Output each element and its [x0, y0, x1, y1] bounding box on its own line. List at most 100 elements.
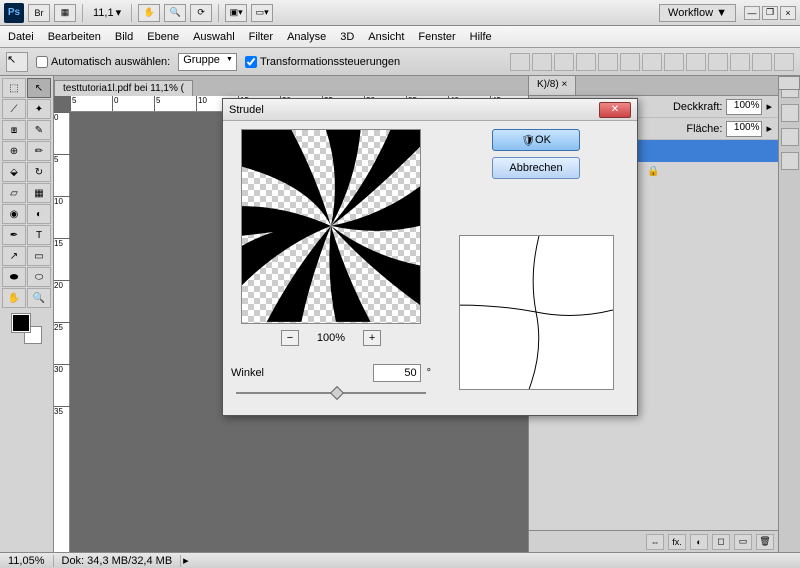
workspace-switcher[interactable]: Workflow ▼	[659, 4, 736, 22]
transform-controls-checkbox[interactable]: Transformationssteuerungen	[245, 56, 400, 68]
dodge-tool-icon[interactable]: ◐	[27, 204, 51, 224]
auto-select-checkbox[interactable]: Automatisch auswählen:	[36, 56, 170, 68]
rotate-icon[interactable]: ⟳	[190, 4, 212, 22]
eraser-tool-icon[interactable]: ▱	[2, 183, 26, 203]
preview-zoom: 100%	[317, 332, 345, 344]
distribute-icon[interactable]	[642, 53, 662, 71]
text-tool-icon[interactable]: T	[27, 225, 51, 245]
zoom-tool-icon[interactable]: 🔍	[27, 288, 51, 308]
cancel-button[interactable]: Abbrechen	[492, 157, 580, 179]
current-tool-icon[interactable]: ↖	[6, 52, 28, 72]
align-icon[interactable]	[510, 53, 530, 71]
filter-preview[interactable]	[241, 129, 421, 324]
eyedropper-tool-icon[interactable]: ✎	[27, 120, 51, 140]
arrange-icon[interactable]: ▣▾	[225, 4, 247, 22]
status-zoom[interactable]: 11,05%	[0, 555, 54, 567]
pen-tool-icon[interactable]: ✒	[2, 225, 26, 245]
crop-tool-icon[interactable]: ⧆	[2, 120, 26, 140]
mask-icon[interactable]: ◐	[690, 534, 708, 550]
zoom-icon[interactable]: 🔍	[164, 4, 186, 22]
dock-mask-icon[interactable]	[781, 152, 799, 170]
minimize-icon[interactable]: —	[744, 6, 760, 20]
opacity-label: Deckkraft:	[673, 101, 723, 113]
menu-bearbeiten[interactable]: Bearbeiten	[48, 31, 101, 43]
path-select-tool-icon[interactable]: ↗	[2, 246, 26, 266]
menu-hilfe[interactable]: Hilfe	[470, 31, 492, 43]
align-icons	[510, 53, 794, 71]
align-icon[interactable]	[620, 53, 640, 71]
link-icon[interactable]: ⇔	[646, 534, 664, 550]
menu-datei[interactable]: Datei	[8, 31, 34, 43]
adjustment-icon[interactable]: ◻	[712, 534, 730, 550]
dialog-close-icon[interactable]: ✕	[599, 102, 631, 118]
fill-input[interactable]: 100%	[726, 121, 762, 137]
chevron-right-icon[interactable]: ▸	[766, 122, 772, 135]
document-tab[interactable]: testtutoria1l.pdf bei 11,1% (	[54, 80, 193, 96]
3d-camera-tool-icon[interactable]: ⬭	[27, 267, 51, 287]
vertical-ruler: 05101520253035	[54, 112, 70, 552]
angle-slider[interactable]	[236, 388, 426, 398]
color-picker[interactable]	[12, 314, 42, 344]
magic-wand-tool-icon[interactable]: ✦	[27, 99, 51, 119]
opacity-input[interactable]: 100%	[726, 99, 762, 115]
status-doc-size[interactable]: Dok: 34,3 MB/32,4 MB	[54, 555, 182, 567]
heal-tool-icon[interactable]: ⊕	[2, 141, 26, 161]
new-layer-icon[interactable]: ▭	[734, 534, 752, 550]
dock-adjust-icon[interactable]	[781, 128, 799, 146]
zoom-display[interactable]: 11,1▾	[89, 6, 125, 19]
align-icon[interactable]	[532, 53, 552, 71]
menu-auswahl[interactable]: Auswahl	[193, 31, 235, 43]
hand-tool-icon[interactable]: ✋	[2, 288, 26, 308]
distribute-icon[interactable]	[664, 53, 684, 71]
menu-analyse[interactable]: Analyse	[287, 31, 326, 43]
restore-icon[interactable]: ❐	[762, 6, 778, 20]
screen-mode-icon[interactable]: ▭▾	[251, 4, 273, 22]
chevron-right-icon[interactable]: ▸	[766, 100, 772, 113]
options-bar: ↖ Automatisch auswählen: Gruppe Transfor…	[0, 48, 800, 76]
shape-tool-icon[interactable]: ▭	[27, 246, 51, 266]
menu-fenster[interactable]: Fenster	[418, 31, 455, 43]
distribute-icon[interactable]	[686, 53, 706, 71]
brush-tool-icon[interactable]: ✏	[27, 141, 51, 161]
panel-tab-2[interactable]: K)/8) ×	[529, 76, 576, 95]
close-icon[interactable]: ×	[780, 6, 796, 20]
chevron-right-icon[interactable]: ▸	[183, 554, 189, 567]
distribute-icon[interactable]	[708, 53, 728, 71]
menu-3d[interactable]: 3D	[340, 31, 354, 43]
bridge-icon[interactable]: Br	[28, 4, 50, 22]
trash-icon[interactable]: 🗑	[756, 534, 774, 550]
align-icon[interactable]	[554, 53, 574, 71]
menu-bild[interactable]: Bild	[115, 31, 133, 43]
menu-filter[interactable]: Filter	[249, 31, 273, 43]
mini-bridge-icon[interactable]: ▦	[54, 4, 76, 22]
distribute-icon[interactable]	[730, 53, 750, 71]
lasso-tool-icon[interactable]: ⟋	[2, 99, 26, 119]
marquee-tool-icon[interactable]: ⬚	[2, 78, 26, 98]
history-brush-tool-icon[interactable]: ↻	[27, 162, 51, 182]
align-icon[interactable]	[598, 53, 618, 71]
ok-button[interactable]: 🛡 OK	[492, 129, 580, 151]
gradient-tool-icon[interactable]: ▦	[27, 183, 51, 203]
panel-collapse-icon[interactable]	[778, 76, 800, 90]
blur-tool-icon[interactable]: ◉	[2, 204, 26, 224]
3d-tool-icon[interactable]: ⬬	[2, 267, 26, 287]
auto-select-mode[interactable]: Gruppe	[178, 53, 237, 71]
zoom-out-button[interactable]: −	[281, 330, 299, 346]
distribute-icon[interactable]	[752, 53, 772, 71]
foreground-color[interactable]	[12, 314, 30, 332]
stamp-tool-icon[interactable]: ⬙	[2, 162, 26, 182]
menu-ansicht[interactable]: Ansicht	[368, 31, 404, 43]
align-icon[interactable]	[576, 53, 596, 71]
angle-input[interactable]	[373, 364, 421, 382]
fx-icon[interactable]: fx.	[668, 534, 686, 550]
hand-icon[interactable]: ✋	[138, 4, 160, 22]
dialog-titlebar[interactable]: Strudel ✕	[223, 99, 637, 121]
more-icon[interactable]	[774, 53, 794, 71]
dock-type-icon[interactable]	[781, 104, 799, 122]
move-tool-icon[interactable]: ↖	[27, 78, 51, 98]
grid-preview	[459, 235, 614, 390]
zoom-in-button[interactable]: +	[363, 330, 381, 346]
menu-ebene[interactable]: Ebene	[147, 31, 179, 43]
toolbox: ⬚ ↖ ⟋ ✦ ⧆ ✎ ⊕ ✏ ⬙ ↻ ▱ ▦ ◉ ◐ ✒ T ↗ ▭ ⬬ ⬭ …	[0, 76, 54, 552]
layers-footer: ⇔ fx. ◐ ◻ ▭ 🗑	[529, 530, 778, 552]
